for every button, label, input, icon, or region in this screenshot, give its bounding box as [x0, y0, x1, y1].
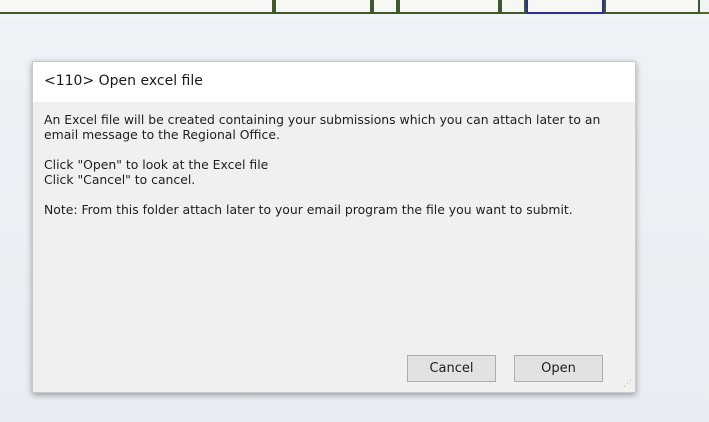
resize-grip-icon[interactable]: ⋰ — [622, 379, 632, 389]
tab-7[interactable] — [604, 0, 700, 14]
message-instructions: Click "Open" to look at the Excel file C… — [44, 157, 629, 187]
dialog-message: An Excel file will be created containing… — [44, 112, 629, 232]
open-excel-dialog: <110> Open excel file An Excel file will… — [32, 61, 636, 393]
cancel-button[interactable]: Cancel — [407, 355, 496, 382]
dialog-title-bar: <110> Open excel file — [33, 62, 635, 102]
tab-6[interactable] — [526, 0, 604, 14]
dialog-title: <110> Open excel file — [44, 73, 203, 89]
message-excel-created: An Excel file will be created containing… — [44, 112, 601, 142]
tab-4[interactable] — [398, 0, 500, 14]
message-note: Note: From this folder attach later to y… — [44, 202, 573, 217]
open-button[interactable]: Open — [514, 355, 603, 382]
tab-2[interactable] — [274, 0, 372, 14]
tab-3[interactable] — [372, 0, 398, 14]
top-tab-strip — [0, 0, 709, 20]
tab-1[interactable] — [0, 0, 274, 14]
tab-5[interactable] — [500, 0, 526, 14]
message-open-instruction: Click "Open" to look at the Excel file — [44, 157, 269, 172]
message-cancel-instruction: Click "Cancel" to cancel. — [44, 172, 196, 187]
